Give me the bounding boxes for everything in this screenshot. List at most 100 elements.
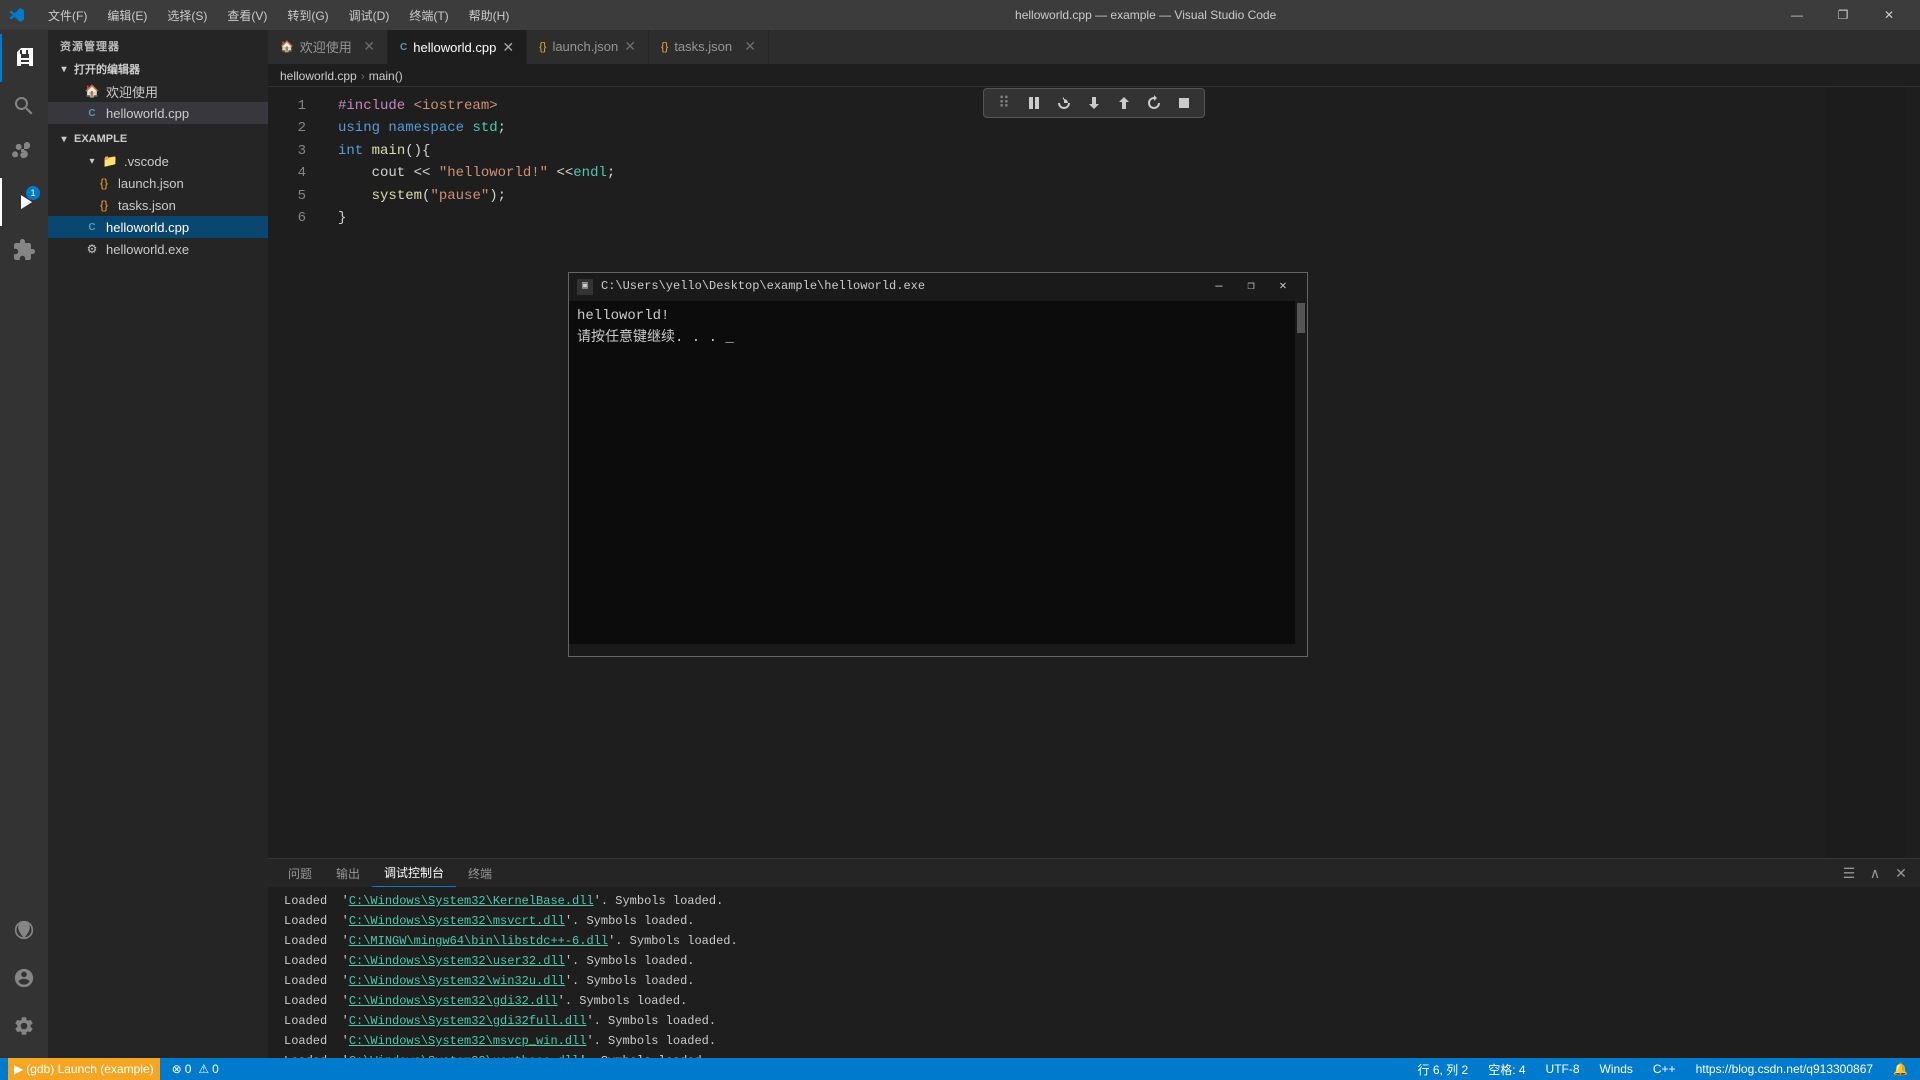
status-encoding[interactable]: UTF-8 <box>1542 1062 1584 1076</box>
welcome-tab-icon: 🏠 <box>280 40 294 53</box>
menu-item-d[interactable]: 调试(D) <box>341 5 398 26</box>
status-language[interactable]: C++ <box>1649 1062 1680 1076</box>
status-notification-bell[interactable]: 🔔 <box>1889 1062 1912 1076</box>
activity-account[interactable] <box>0 954 48 1002</box>
code-line-5: system("pause"); <box>318 185 1920 207</box>
debug-stop-button[interactable] <box>1170 91 1198 115</box>
line-num-6: 6 <box>268 207 306 229</box>
example-header[interactable]: ▾ EXAMPLE <box>48 128 268 150</box>
chevron-down-icon: ▾ <box>56 61 72 77</box>
tab-welcome[interactable]: 🏠 欢迎使用 ✕ <box>268 30 388 64</box>
activity-search[interactable] <box>0 82 48 130</box>
activity-explorer[interactable] <box>0 34 48 82</box>
menu-item-e[interactable]: 编辑(E) <box>99 5 155 26</box>
panel-tab-output[interactable]: 输出 <box>324 859 372 887</box>
code-line-6: } <box>318 207 1920 229</box>
popup-close-button[interactable]: ✕ <box>1267 276 1299 298</box>
status-bar-right: 行 6, 列 2 空格: 4 UTF-8 Winds C++ https://b… <box>1414 1061 1913 1078</box>
status-eol[interactable]: Winds <box>1596 1062 1637 1076</box>
status-feedback[interactable]: https://blog.csdn.net/q913300867 <box>1692 1062 1877 1076</box>
helloworld-cpp-file[interactable]: C helloworld.cpp <box>48 216 268 238</box>
panel-tab-problems[interactable]: 问题 <box>276 859 324 887</box>
tab-welcome-label: 欢迎使用 <box>300 37 352 56</box>
panel-tab-terminal[interactable]: 终端 <box>456 859 504 887</box>
open-editors-header[interactable]: ▾ 打开的编辑器 <box>48 58 268 80</box>
menu-item-h[interactable]: 帮助(H) <box>461 5 518 26</box>
activity-run-debug[interactable]: 1 <box>0 178 48 226</box>
popup-maximize-button[interactable]: ❐ <box>1235 276 1267 298</box>
maximize-button[interactable]: ❐ <box>1820 0 1866 30</box>
close-button[interactable]: ✕ <box>1866 0 1912 30</box>
debug-pause-button[interactable] <box>1020 91 1048 115</box>
tab-tasks-json[interactable]: {} tasks.json ✕ <box>649 30 769 64</box>
folder-icon: 📁 <box>102 153 118 169</box>
menu-item-v[interactable]: 查看(V) <box>219 5 275 26</box>
code-editor[interactable]: 1 2 3 4 5 6 #include <iostream> using na… <box>268 87 1920 858</box>
line-num-3: 3 <box>268 140 306 162</box>
popup-window[interactable]: ▣ C:\Users\yello\Desktop\example\hellowo… <box>568 272 1308 657</box>
breadcrumb-file[interactable]: helloworld.cpp <box>280 69 357 83</box>
debug-line-5: Loaded 'C:\Windows\System32\win32u.dll'.… <box>268 971 1920 991</box>
menu-item-g[interactable]: 转到(G) <box>279 5 336 26</box>
debug-step-out-button[interactable] <box>1110 91 1138 115</box>
feedback-label: https://blog.csdn.net/q913300867 <box>1696 1062 1873 1076</box>
warning-count: 0 <box>212 1062 219 1076</box>
menu-item-f[interactable]: 文件(F) <box>40 5 95 26</box>
error-count: 0 <box>185 1062 192 1076</box>
debug-line-1: Loaded 'C:\Windows\System32\KernelBase.d… <box>268 891 1920 911</box>
panel-tab-debug-console[interactable]: 调试控制台 <box>372 859 456 887</box>
debug-line-9: Loaded 'C:\Windows\System32\ucrtbase.dll… <box>268 1051 1920 1058</box>
open-editor-welcome[interactable]: 🏠 欢迎使用 ✕ <box>48 80 268 102</box>
debug-drag-handle[interactable]: ⠿ <box>990 91 1018 115</box>
breadcrumb-symbol[interactable]: main() <box>369 69 403 83</box>
line-num-4: 4 <box>268 162 306 184</box>
helloworld-exe-file[interactable]: ⚙ helloworld.exe <box>48 238 268 260</box>
panel-close-icon[interactable]: ✕ <box>1890 862 1912 884</box>
debug-step-into-button[interactable] <box>1080 91 1108 115</box>
menu-item-t[interactable]: 终端(T) <box>401 5 456 26</box>
tab-welcome-close[interactable]: ✕ <box>363 38 375 55</box>
popup-scrollbar-bottom[interactable] <box>569 644 1307 656</box>
status-debug-session[interactable]: ▶ (gdb) Launch (example) <box>8 1058 160 1080</box>
helloworld-cpp-label: helloworld.cpp <box>106 220 189 235</box>
code-line-2: using namespace std; <box>318 117 1920 139</box>
vscode-folder[interactable]: ▾ 📁 .vscode <box>48 150 268 172</box>
debug-step-over-button[interactable] <box>1050 91 1078 115</box>
popup-minimize-button[interactable]: — <box>1203 276 1235 298</box>
popup-titlebar: ▣ C:\Users\yello\Desktop\example\hellowo… <box>569 273 1307 301</box>
activity-remote[interactable] <box>0 906 48 954</box>
panel-collapse-icon[interactable]: ∧ <box>1864 862 1886 884</box>
launch-json[interactable]: {} launch.json <box>48 172 268 194</box>
tab-launch-close[interactable]: ✕ <box>624 38 636 55</box>
activity-extensions[interactable] <box>0 226 48 274</box>
welcome-icon: 🏠 <box>84 83 100 99</box>
editor-minimap <box>1826 87 1906 858</box>
debug-session-label: (gdb) Launch (example) <box>26 1062 153 1076</box>
minimize-button[interactable]: — <box>1774 0 1820 30</box>
sidebar-header: 资源管理器 <box>48 30 268 58</box>
tab-launch-json[interactable]: {} launch.json ✕ <box>527 30 649 64</box>
status-spaces[interactable]: 空格: 4 <box>1484 1061 1529 1078</box>
tab-tasks-close[interactable]: ✕ <box>744 38 756 55</box>
helloworld-exe-label: helloworld.exe <box>106 242 189 257</box>
open-editor-helloworld[interactable]: C helloworld.cpp ✕ <box>48 102 268 124</box>
status-errors[interactable]: ⊗ 0 ⚠ 0 <box>168 1062 223 1076</box>
panel-content[interactable]: Loaded 'C:\Windows\System32\KernelBase.d… <box>268 887 1920 1058</box>
popup-scroll-thumb[interactable] <box>1297 303 1305 333</box>
debug-restart-button[interactable] <box>1140 91 1168 115</box>
menu-item-s[interactable]: 选择(S) <box>159 5 215 26</box>
editor-scrollbar[interactable] <box>1906 87 1920 858</box>
position-label: 行 6, 列 2 <box>1418 1061 1469 1078</box>
breadcrumb-separator: › <box>361 69 365 83</box>
main-area: 1 <box>0 30 1920 1058</box>
tab-helloworld-cpp[interactable]: C helloworld.cpp ✕ <box>388 30 527 64</box>
popup-scrollbar[interactable] <box>1295 301 1307 644</box>
tasks-json[interactable]: {} tasks.json <box>48 194 268 216</box>
activity-settings[interactable] <box>0 1002 48 1050</box>
status-position[interactable]: 行 6, 列 2 <box>1414 1061 1473 1078</box>
tab-helloworld-close[interactable]: ✕ <box>502 39 514 56</box>
panel-list-icon[interactable]: ☰ <box>1838 862 1860 884</box>
activity-source-control[interactable] <box>0 130 48 178</box>
line-num-1: 1 <box>268 95 306 117</box>
tab-tasks-label: tasks.json <box>674 39 732 54</box>
